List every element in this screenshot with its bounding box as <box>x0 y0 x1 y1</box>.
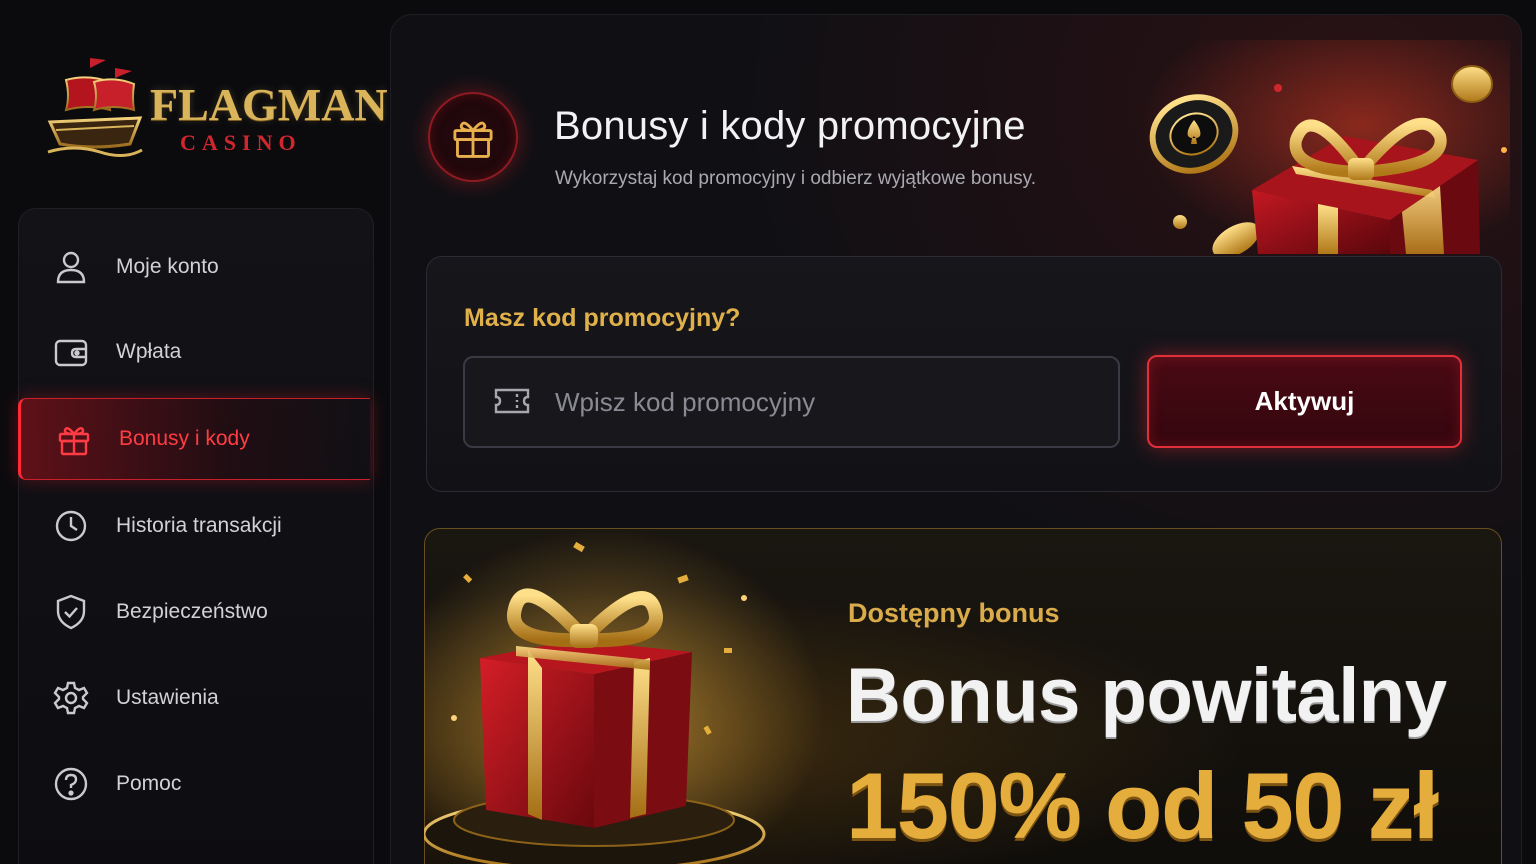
sidebar-item-label: Historia transakcji <box>116 514 282 537</box>
promo-question: Masz kod promocyjny? <box>464 304 741 332</box>
wallet-icon <box>52 333 90 371</box>
sidebar-item-account[interactable]: Moje konto <box>18 226 370 308</box>
gift-icon <box>453 121 493 158</box>
sidebar-item-label: Bonusy i kody <box>119 427 250 450</box>
page-subtitle: Wykorzystaj kod promocyjny i odbierz wyj… <box>555 168 1036 189</box>
sidebar-item-security[interactable]: Bezpieczeństwo <box>18 571 370 653</box>
sidebar-item-label: Pomoc <box>116 772 182 795</box>
sidebar-item-label: Moje konto <box>116 255 219 278</box>
activate-button[interactable]: Aktywuj <box>1147 355 1462 448</box>
sidebar-item-deposit[interactable]: Wpłata <box>18 311 370 393</box>
sidebar-item-settings[interactable]: Ustawienia <box>18 657 370 739</box>
sidebar-item-history[interactable]: Historia transakcji <box>18 485 370 567</box>
page-title: Bonusy i kody promocyjne <box>554 104 1026 148</box>
ticket-icon <box>493 386 531 421</box>
help-icon <box>52 765 90 803</box>
bonus-title: Bonus powitalny <box>846 653 1447 738</box>
header-gift-badge <box>428 92 518 182</box>
promo-code-input[interactable] <box>555 358 1095 446</box>
hero-gift-illustration <box>1140 40 1510 254</box>
gear-icon <box>52 679 90 717</box>
sidebar-item-bonuses[interactable]: Bonusy i kody <box>18 398 370 480</box>
bonus-offer: 150% od 50 zł <box>846 753 1439 858</box>
bonus-gift-illustration <box>424 528 824 864</box>
gift-icon <box>55 420 93 458</box>
brand-subtitle: CASINO <box>180 130 302 155</box>
ship-logo-icon <box>47 56 143 157</box>
sidebar-item-label: Bezpieczeństwo <box>116 600 268 623</box>
promo-code-field[interactable] <box>463 356 1120 448</box>
sidebar-item-label: Wpłata <box>116 340 182 363</box>
sidebar-item-label: Ustawienia <box>116 686 219 709</box>
bonus-eyebrow: Dostępny bonus <box>848 598 1060 628</box>
clock-icon <box>52 507 90 545</box>
brand-name: FLAGMAN <box>150 79 388 130</box>
shield-check-icon <box>52 593 90 631</box>
user-icon <box>52 248 90 286</box>
sidebar-item-help[interactable]: Pomoc <box>18 743 370 825</box>
